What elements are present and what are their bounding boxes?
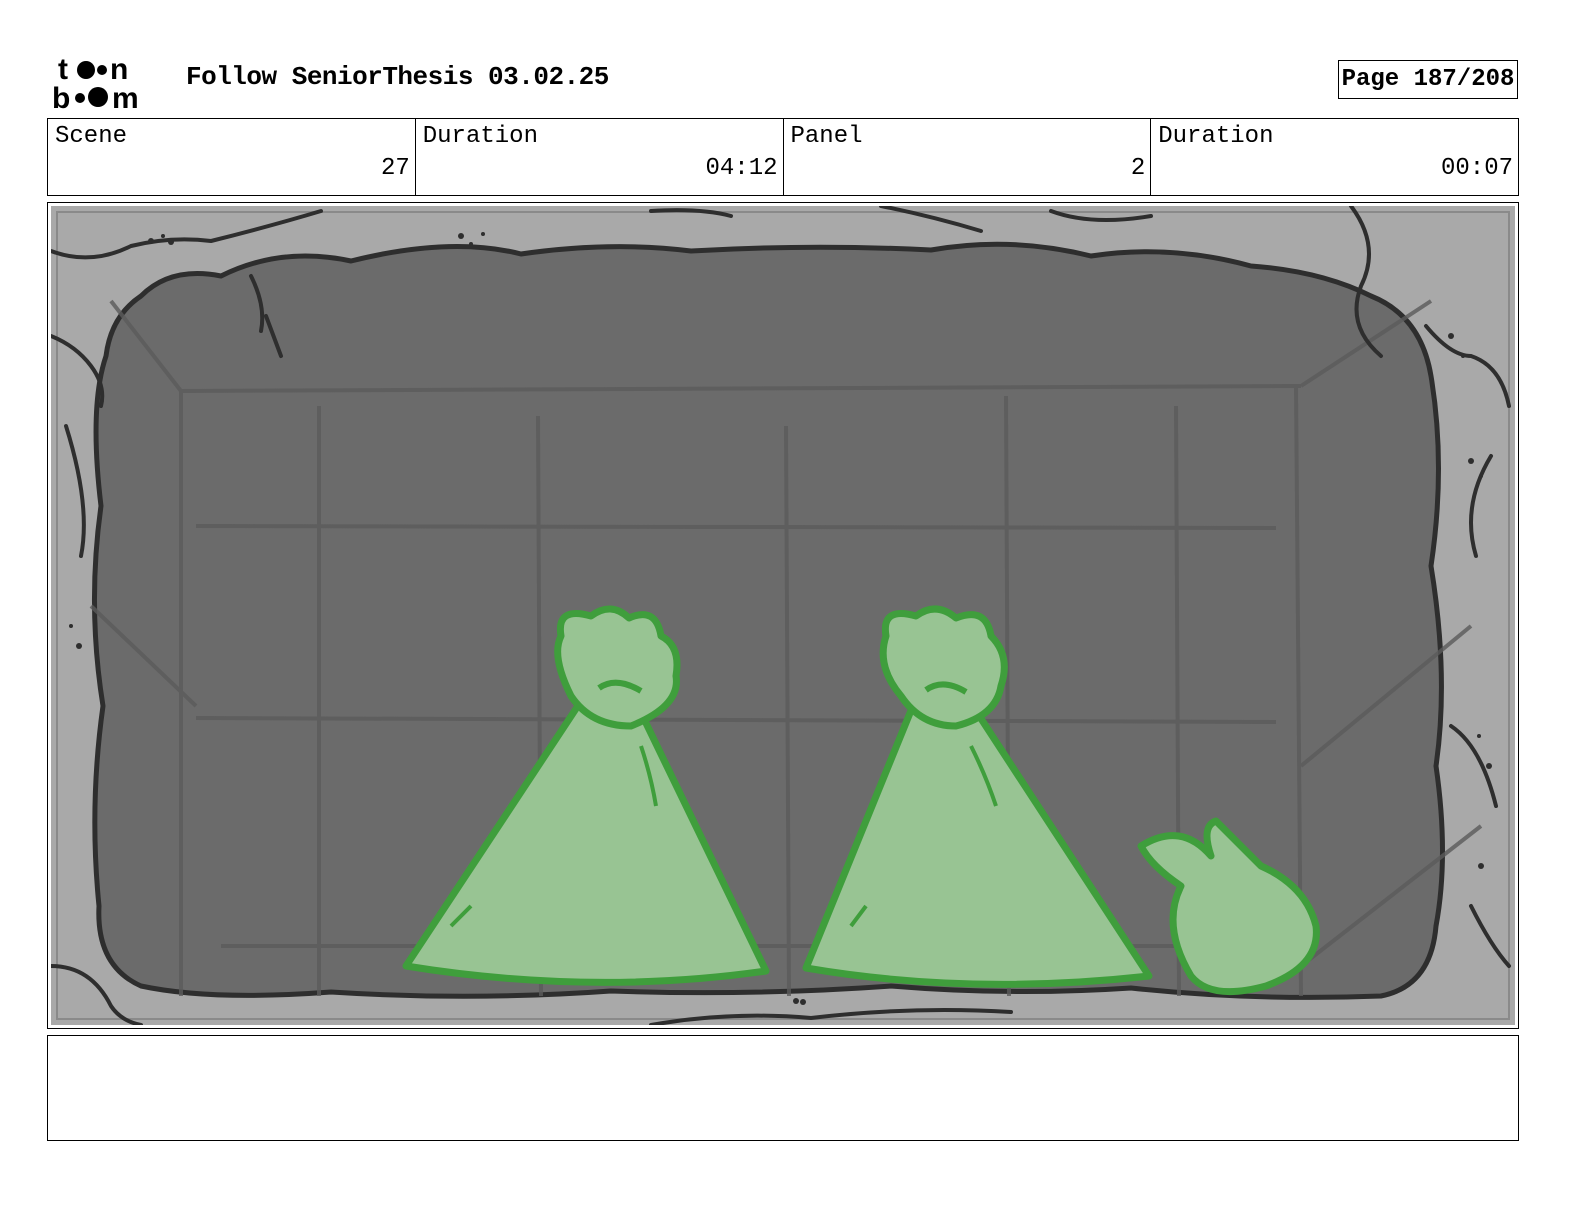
page-indicator: Page 187/208 — [1338, 60, 1518, 99]
scene-duration-value: 04:12 — [705, 155, 778, 182]
storyboard-panel — [47, 202, 1519, 1029]
panel-value: 2 — [1130, 155, 1146, 182]
svg-text:b: b — [52, 82, 70, 110]
scene-cell: Scene 27 — [48, 119, 416, 195]
panel-duration-cell: Duration 00:07 — [1151, 119, 1518, 195]
panel-duration-label: Duration — [1158, 123, 1274, 150]
scene-duration-label: Duration — [422, 123, 538, 150]
panel-drawing — [51, 206, 1515, 1025]
panel-cell: Panel 2 — [784, 119, 1152, 195]
scene-label: Scene — [55, 123, 128, 150]
document-title: Follow SeniorThesis 03.02.25 — [186, 62, 609, 92]
toon-boom-logo: t n b m — [52, 53, 139, 110]
notes-box — [47, 1035, 1519, 1141]
scene-value: 27 — [380, 155, 410, 182]
panel-label: Panel — [790, 123, 863, 150]
scene-duration-cell: Duration 04:12 — [416, 119, 784, 195]
panel-info-row: Scene 27 Duration 04:12 Panel 2 Duration… — [47, 118, 1519, 196]
panel-duration-value: 00:07 — [1440, 155, 1513, 182]
svg-text:m: m — [112, 82, 139, 110]
